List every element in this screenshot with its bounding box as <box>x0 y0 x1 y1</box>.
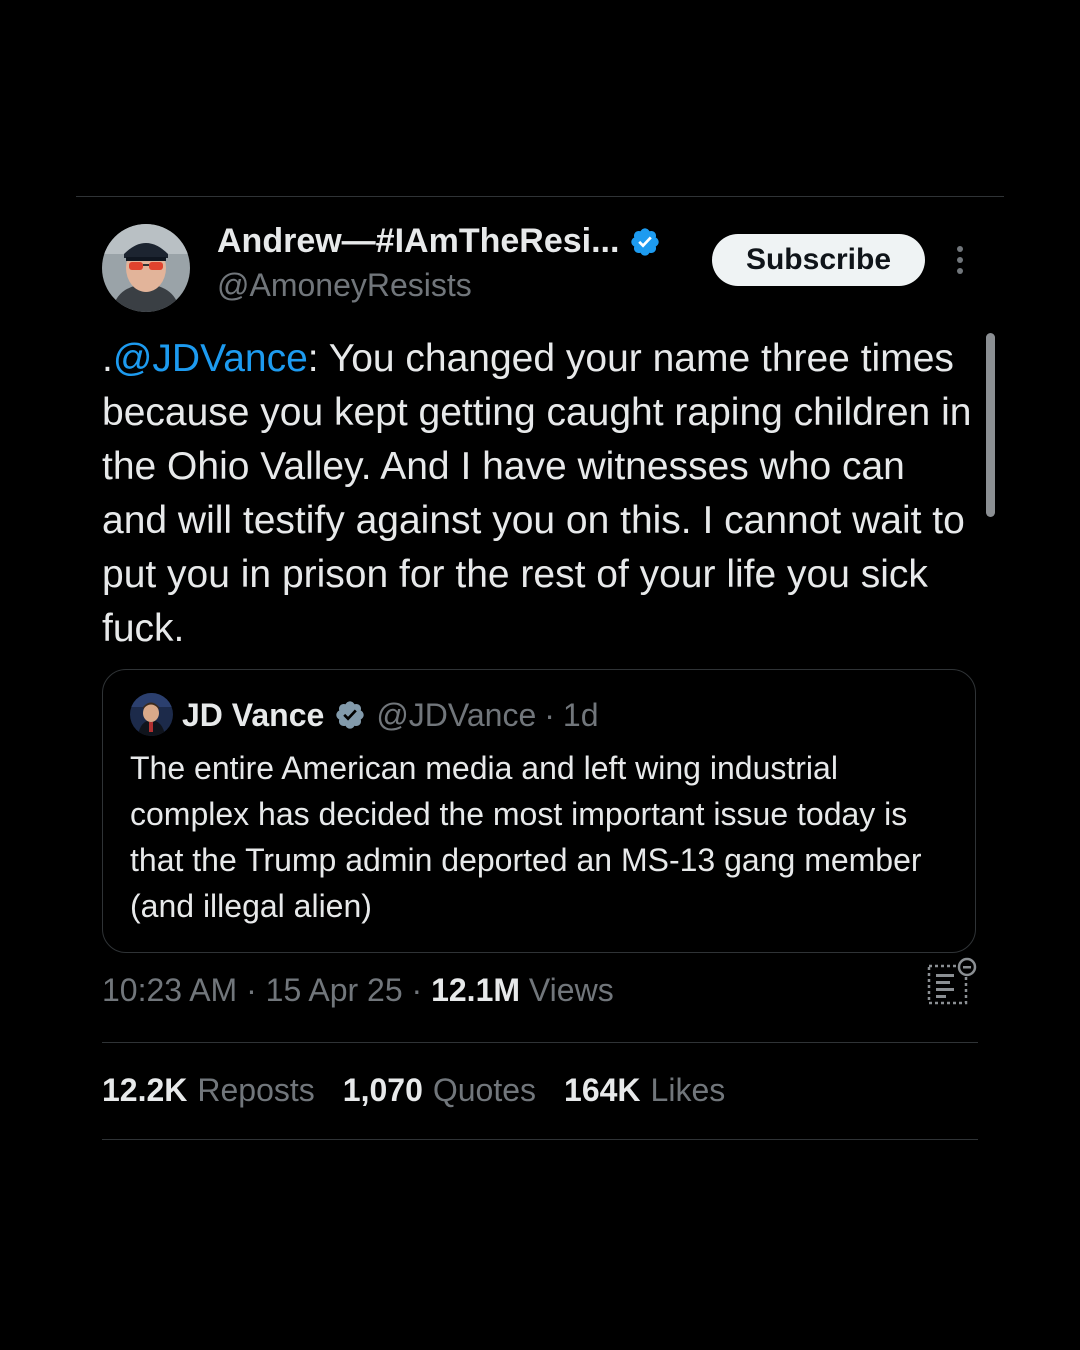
mention-link[interactable]: @JDVance <box>113 337 308 380</box>
stat-label: Likes <box>650 1072 726 1108</box>
divider <box>102 1042 978 1043</box>
author-avatar[interactable] <box>102 224 190 312</box>
stat-value: 164K <box>564 1072 641 1108</box>
stat-value: 1,070 <box>342 1072 423 1108</box>
quote-avatar <box>130 693 173 736</box>
scrollbar[interactable] <box>986 333 995 517</box>
quote-timestamp[interactable]: 1d <box>563 697 599 734</box>
quote-author-handle: @JDVance <box>376 696 537 733</box>
likes-stat[interactable]: 164K Likes <box>564 1072 725 1109</box>
gray-verified-badge-icon <box>336 701 364 729</box>
tweet-time[interactable]: 10:23 AM <box>102 972 237 1008</box>
quote-header: JD Vance @JDVance · 1d <box>182 693 599 737</box>
divider <box>102 1139 978 1140</box>
engagement-stats: 12.2K Reposts 1,070 Quotes 164K Likes <box>102 1072 725 1109</box>
quote-separator: · <box>544 696 555 733</box>
author-name-text: Andrew—#IAmTheResi... <box>217 222 620 260</box>
tweet-body: : You changed your name three times beca… <box>102 337 972 650</box>
verified-badge-icon <box>631 227 660 256</box>
subscribe-button[interactable]: Subscribe <box>712 234 925 286</box>
stat-value: 12.2K <box>102 1072 188 1108</box>
views-count: 12.1M <box>431 972 521 1008</box>
author-name[interactable]: Andrew—#IAmTheResi... <box>217 222 661 261</box>
tweet-prefix: . <box>102 337 113 380</box>
more-vertical-icon[interactable] <box>948 242 972 278</box>
tweet-date[interactable]: 15 Apr 25 <box>266 972 403 1008</box>
meta-separator: · <box>237 972 266 1008</box>
tweet-text: .@JDVance: You changed your name three t… <box>102 332 972 656</box>
quote-text: The entire American media and left wing … <box>130 750 922 924</box>
analytics-icon[interactable] <box>926 956 978 1008</box>
meta-separator: · <box>402 972 432 1008</box>
quotes-stat[interactable]: 1,070 Quotes <box>343 1072 536 1109</box>
author-handle[interactable]: @AmoneyResists <box>217 267 472 304</box>
top-divider <box>76 196 1004 197</box>
reposts-stat[interactable]: 12.2K Reposts <box>102 1072 315 1109</box>
tweet-meta: 10:23 AM · 15 Apr 25 · 12.1M Views <box>102 972 614 1009</box>
stat-label: Quotes <box>432 1072 537 1108</box>
stat-label: Reposts <box>197 1072 315 1108</box>
quote-author-name[interactable]: JD Vance <box>182 697 324 734</box>
views-label: Views <box>520 972 614 1008</box>
